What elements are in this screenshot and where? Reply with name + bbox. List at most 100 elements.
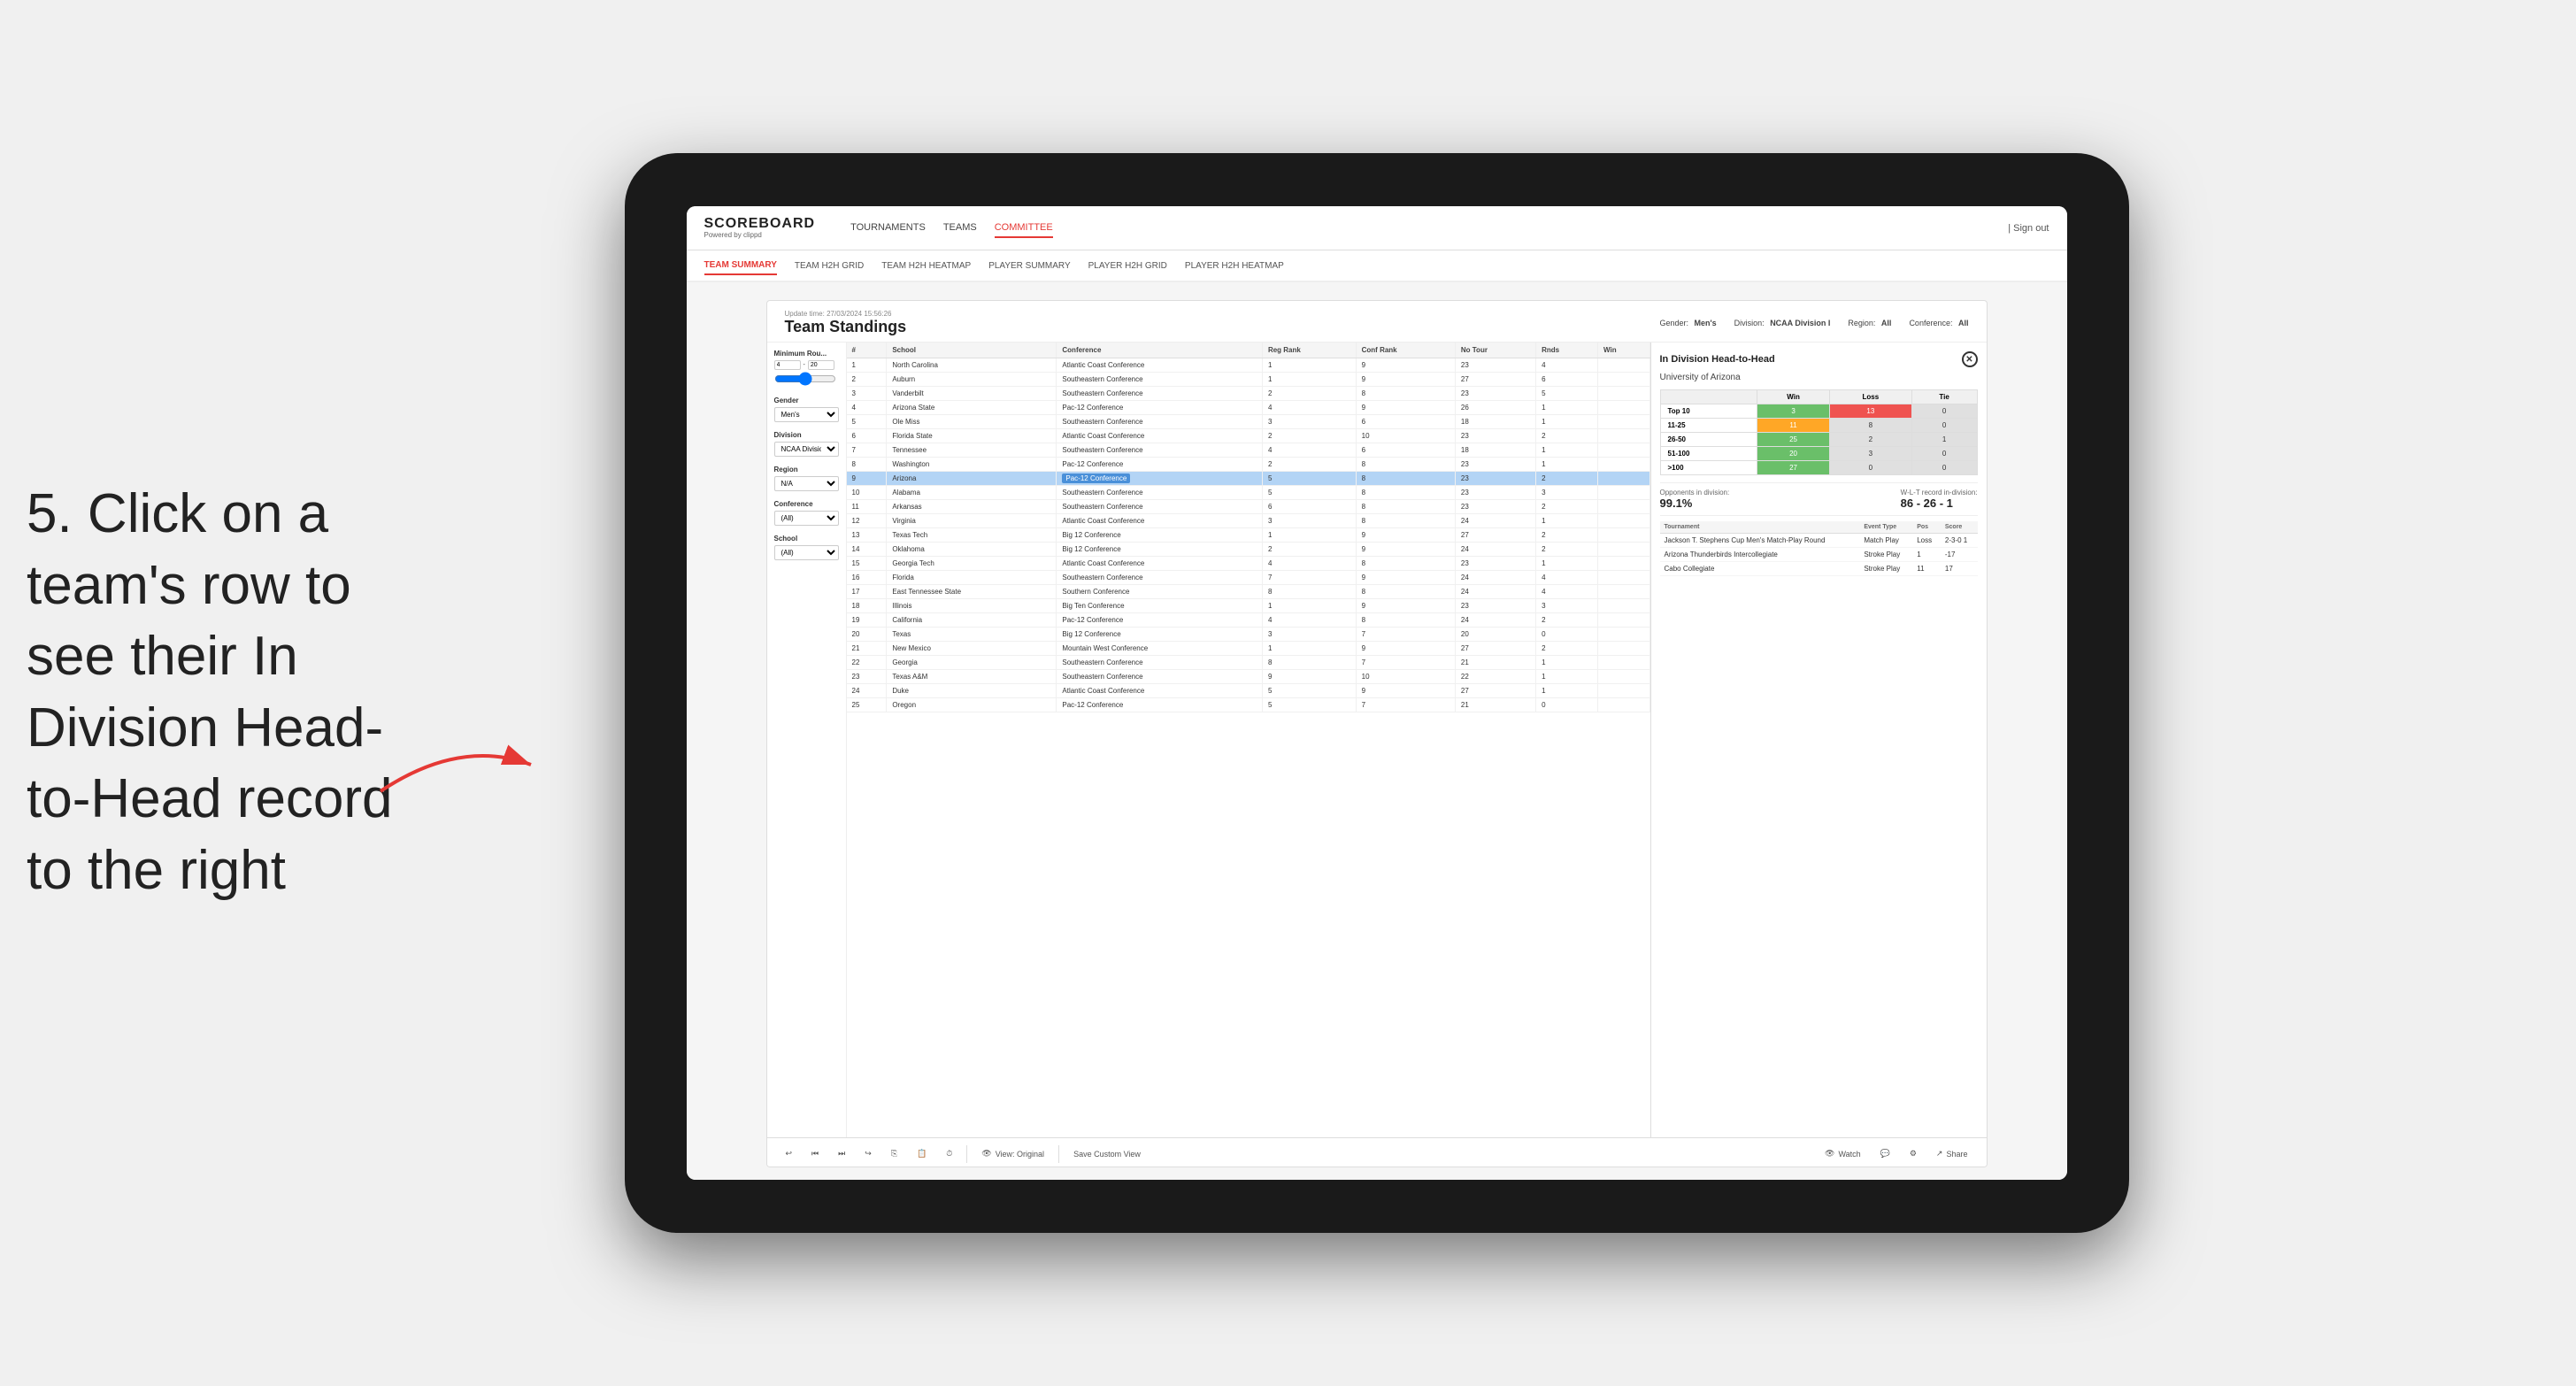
table-row[interactable]: 22 Georgia Southeastern Conference 8 7 2… <box>847 656 1650 670</box>
table-row[interactable]: 5 Ole Miss Southeastern Conference 3 6 1… <box>847 415 1650 429</box>
redo-button[interactable]: ↪ <box>859 1146 877 1161</box>
cell-win <box>1598 401 1650 415</box>
table-row[interactable]: 15 Georgia Tech Atlantic Coast Conferenc… <box>847 557 1650 571</box>
cell-win <box>1598 599 1650 613</box>
cell-conf-rank: 9 <box>1356 599 1455 613</box>
min-rounds-range: - <box>774 360 839 370</box>
cell-no-tour: 24 <box>1455 585 1535 599</box>
save-custom-view-button[interactable]: Save Custom View <box>1068 1147 1146 1161</box>
step-back-button[interactable]: ⏮ <box>806 1146 824 1161</box>
subnav-team-summary[interactable]: TEAM SUMMARY <box>704 257 777 275</box>
cell-conference: Atlantic Coast Conference <box>1057 358 1263 373</box>
cell-school: California <box>887 613 1057 628</box>
table-row[interactable]: 17 East Tennessee State Southern Confere… <box>847 585 1650 599</box>
division-select[interactable]: NCAA Division I <box>774 442 839 457</box>
table-row[interactable]: 21 New Mexico Mountain West Conference 1… <box>847 642 1650 656</box>
table-row[interactable]: 6 Florida State Atlantic Coast Conferenc… <box>847 429 1650 443</box>
timer-button[interactable]: ⏱ <box>941 1146 957 1161</box>
cell-no-tour: 27 <box>1455 642 1535 656</box>
copy-button[interactable]: ⎘ <box>886 1146 903 1161</box>
cell-rank: 23 <box>847 670 887 684</box>
cell-rnds: 1 <box>1536 514 1598 528</box>
paste-button[interactable]: 📋 <box>911 1146 932 1161</box>
cell-conference: Atlantic Coast Conference <box>1057 557 1263 571</box>
rounds-slider[interactable] <box>774 372 836 386</box>
comment-button[interactable]: 💬 <box>1875 1146 1895 1161</box>
table-row[interactable]: 25 Oregon Pac-12 Conference 5 7 21 0 <box>847 698 1650 712</box>
tournament-score: -17 <box>1941 548 1978 562</box>
sign-out-link[interactable]: | Sign out <box>2008 223 2049 234</box>
table-row[interactable]: 18 Illinois Big Ten Conference 1 9 23 3 <box>847 599 1650 613</box>
cell-conf-rank: 8 <box>1356 387 1455 401</box>
cell-conf-rank: 8 <box>1356 486 1455 500</box>
table-row[interactable]: 7 Tennessee Southeastern Conference 4 6 … <box>847 443 1650 458</box>
cell-school: Illinois <box>887 599 1057 613</box>
watch-button[interactable]: 👁 Watch <box>1819 1146 1866 1161</box>
subnav-player-summary[interactable]: PLAYER SUMMARY <box>988 258 1070 274</box>
cell-no-tour: 27 <box>1455 684 1535 698</box>
h2h-tie: 0 <box>1911 419 1977 433</box>
table-row[interactable]: 3 Vanderbilt Southeastern Conference 2 8… <box>847 387 1650 401</box>
table-row[interactable]: 2 Auburn Southeastern Conference 1 9 27 … <box>847 373 1650 387</box>
subnav-player-h2h-heatmap[interactable]: PLAYER H2H HEATMAP <box>1185 258 1284 274</box>
cell-win <box>1598 585 1650 599</box>
subnav-team-h2h-heatmap[interactable]: TEAM H2H HEATMAP <box>881 258 971 274</box>
min-rounds-input[interactable] <box>774 360 801 370</box>
cell-win <box>1598 443 1650 458</box>
table-row[interactable]: 14 Oklahoma Big 12 Conference 2 9 24 2 <box>847 543 1650 557</box>
cell-win <box>1598 472 1650 486</box>
cell-conference: Pac-12 Conference <box>1057 401 1263 415</box>
region-select[interactable]: N/A <box>774 476 839 491</box>
conference-select[interactable]: (All) <box>774 511 839 526</box>
cell-reg-rank: 5 <box>1262 486 1356 500</box>
settings-button[interactable]: ⚙ <box>1904 1146 1922 1161</box>
undo-button[interactable]: ↩ <box>780 1146 798 1161</box>
cell-conference: Southeastern Conference <box>1057 373 1263 387</box>
step-forward-button[interactable]: ⏭ <box>833 1146 850 1161</box>
cell-conf-rank: 6 <box>1356 443 1455 458</box>
cell-rnds: 6 <box>1536 373 1598 387</box>
cell-conference: Pac-12 Conference <box>1057 613 1263 628</box>
max-rounds-input[interactable] <box>808 360 834 370</box>
school-select[interactable]: (All) <box>774 545 839 560</box>
cell-reg-rank: 8 <box>1262 656 1356 670</box>
gender-select[interactable]: Men's Women's <box>774 407 839 422</box>
nav-tournaments[interactable]: TOURNAMENTS <box>850 219 926 238</box>
table-row[interactable]: 11 Arkansas Southeastern Conference 6 8 … <box>847 500 1650 514</box>
table-area: # School Conference Reg Rank Conf Rank N… <box>847 343 1650 1137</box>
table-row[interactable]: 16 Florida Southeastern Conference 7 9 2… <box>847 571 1650 585</box>
table-row[interactable]: 20 Texas Big 12 Conference 3 7 20 0 <box>847 628 1650 642</box>
nav-committee[interactable]: COMMITTEE <box>995 219 1053 238</box>
tournament-name: Cabo Collegiate <box>1660 562 1860 576</box>
cell-no-tour: 23 <box>1455 358 1535 373</box>
h2h-tie: 0 <box>1911 404 1977 419</box>
subnav-team-h2h-grid[interactable]: TEAM H2H GRID <box>795 258 864 274</box>
table-row[interactable]: 4 Arizona State Pac-12 Conference 4 9 26… <box>847 401 1650 415</box>
cell-conference: Southern Conference <box>1057 585 1263 599</box>
table-row[interactable]: 19 California Pac-12 Conference 4 8 24 2 <box>847 613 1650 628</box>
conference-filter-label: Conference: All <box>1909 319 1968 327</box>
cell-rnds: 2 <box>1536 528 1598 543</box>
cell-conf-rank: 9 <box>1356 528 1455 543</box>
table-row[interactable]: 1 North Carolina Atlantic Coast Conferen… <box>847 358 1650 373</box>
table-row[interactable]: 8 Washington Pac-12 Conference 2 8 23 1 <box>847 458 1650 472</box>
table-row[interactable]: 13 Texas Tech Big 12 Conference 1 9 27 2 <box>847 528 1650 543</box>
table-row[interactable]: 10 Alabama Southeastern Conference 5 8 2… <box>847 486 1650 500</box>
nav-teams[interactable]: TEAMS <box>943 219 977 238</box>
card-header: Update time: 27/03/2024 15:56:26 Team St… <box>767 301 1987 343</box>
subnav-player-h2h-grid[interactable]: PLAYER H2H GRID <box>1088 258 1167 274</box>
cell-no-tour: 23 <box>1455 387 1535 401</box>
view-original-button[interactable]: 👁 View: Original <box>976 1146 1050 1161</box>
tournament-name: Arizona Thunderbirds Intercollegiate <box>1660 548 1860 562</box>
share-button[interactable]: ↗ Share <box>1931 1146 1973 1161</box>
h2h-loss: 0 <box>1830 461 1912 475</box>
table-row[interactable]: 23 Texas A&M Southeastern Conference 9 1… <box>847 670 1650 684</box>
col-conf-rank: Conf Rank <box>1356 343 1455 358</box>
close-button[interactable]: ✕ <box>1962 351 1978 367</box>
cell-win <box>1598 415 1650 429</box>
table-row[interactable]: 9 Arizona Pac-12 Conference 5 8 23 2 <box>847 472 1650 486</box>
table-row[interactable]: 24 Duke Atlantic Coast Conference 5 9 27… <box>847 684 1650 698</box>
table-row[interactable]: 12 Virginia Atlantic Coast Conference 3 … <box>847 514 1650 528</box>
cell-conference: Southeastern Conference <box>1057 486 1263 500</box>
arrow-indicator <box>372 720 549 809</box>
